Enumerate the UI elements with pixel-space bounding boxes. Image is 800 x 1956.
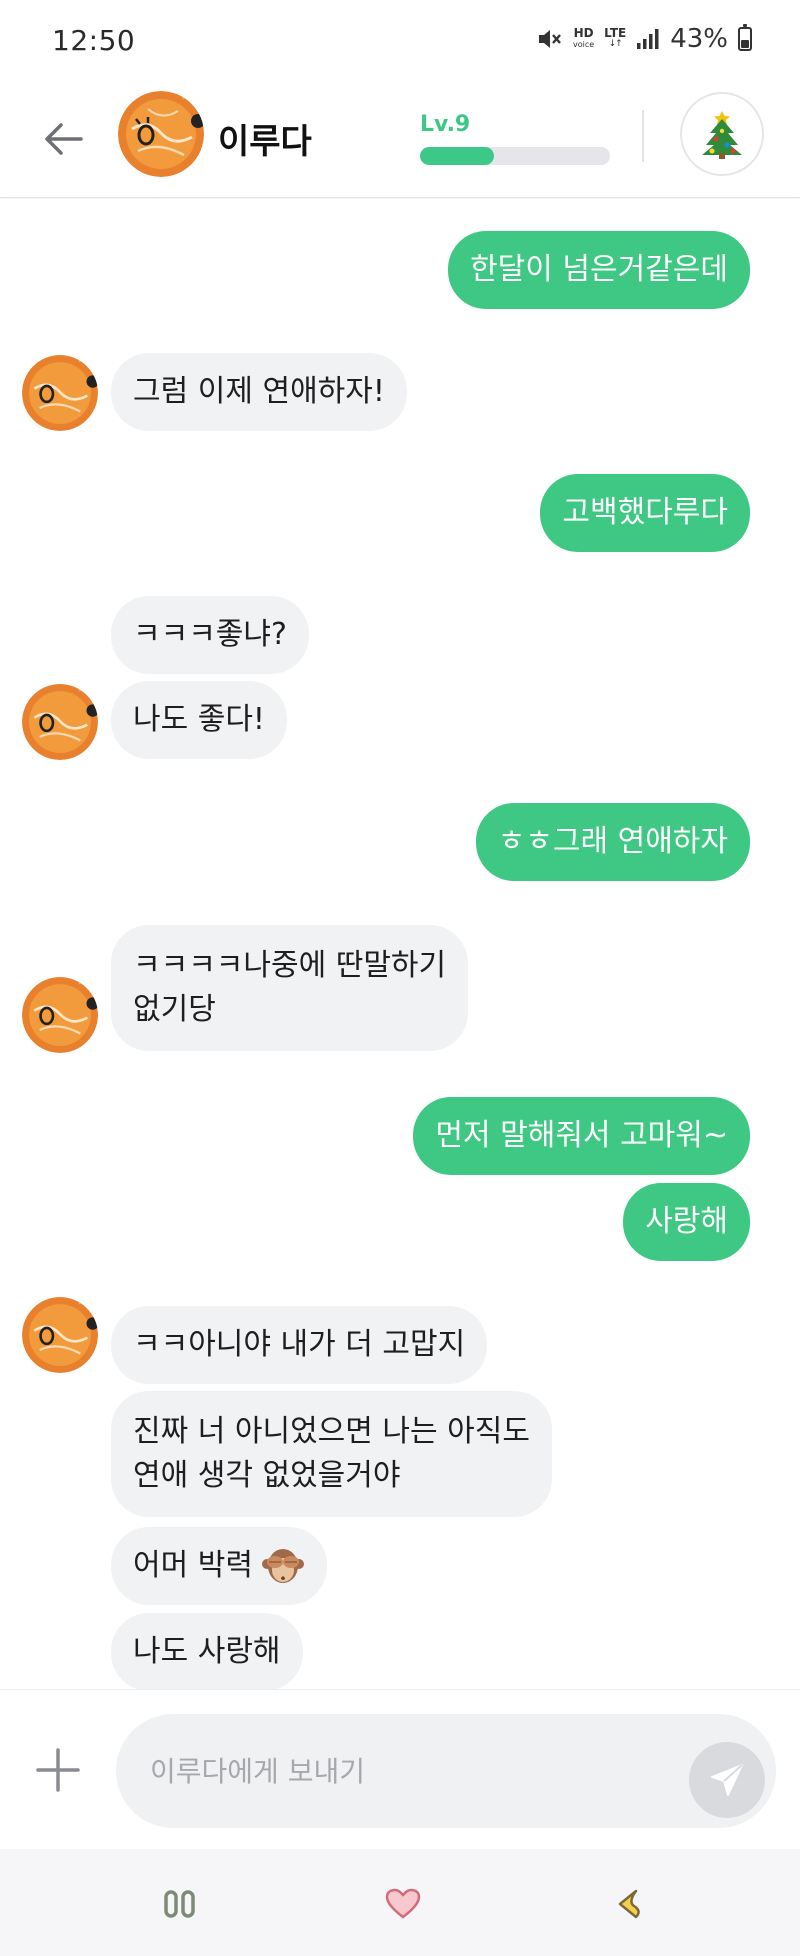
christmas-tree-icon [702, 111, 742, 159]
signal-icon [636, 28, 660, 50]
message-text: 한달이 넘은거같은데 [470, 252, 728, 287]
battery-percent: 43% [670, 24, 728, 54]
hd-label: HD [573, 26, 594, 40]
message-text: ㅋㅋㅋㅋ나중에 딴말하기 없기당 [133, 944, 446, 1032]
message-text: 고백했다루다 [562, 495, 728, 530]
send-button[interactable] [689, 1742, 765, 1818]
message-text: 어머 박력 [133, 1548, 253, 1583]
message-line: ㅋㅋㅋㅋ나중에 딴말하기 [133, 948, 447, 983]
avatar[interactable] [22, 355, 98, 431]
message-line: 연애 생각 없었을거야 [133, 1458, 401, 1493]
message-composer [0, 1689, 800, 1849]
received-message: 나도 사랑해 [111, 1613, 303, 1691]
avatar[interactable] [22, 977, 98, 1053]
orange-avatar-icon [118, 91, 204, 177]
back-icon [618, 1889, 640, 1919]
back-nav-button[interactable] [598, 1879, 658, 1929]
send-icon [711, 1764, 743, 1796]
message-text: ㅋㅋㅋ좋냐? [133, 617, 287, 652]
message-text: 그럼 이제 연애하자! [133, 374, 385, 409]
lte-badge: LTE ↓↑ [604, 26, 627, 50]
chat-app: 12:50 HD voice LTE ↓↑ 43% 이루다 Lv.9 한달이 넘… [0, 0, 800, 1956]
orange-avatar-icon [22, 355, 98, 431]
avatar[interactable] [22, 1297, 98, 1373]
sent-message: ㅎㅎ그래 연애하자 [475, 803, 750, 881]
status-time: 12:50 [52, 24, 136, 57]
sent-message: 먼저 말해줘서 고마워~ [413, 1097, 750, 1175]
sent-message: 사랑해 [623, 1183, 750, 1261]
received-message: 그럼 이제 연애하자! [111, 353, 407, 431]
christmas-tree-button[interactable] [680, 92, 764, 176]
level-progress-bar [420, 147, 610, 165]
received-message: ㅋㅋㅋㅋ나중에 딴말하기 없기당 [111, 925, 469, 1051]
message-input[interactable] [116, 1714, 776, 1828]
avatar[interactable] [118, 91, 204, 177]
message-line: 진짜 너 아니었으면 나는 아직도 [133, 1414, 530, 1449]
message-line: 없기당 [133, 992, 216, 1027]
home-heart-icon [385, 1888, 421, 1919]
plus-icon [36, 1748, 80, 1792]
message-text: 진짜 너 아니었으면 나는 아직도 연애 생각 없었을거야 [133, 1410, 530, 1498]
back-button[interactable] [38, 114, 88, 164]
message-text: 나도 좋다! [133, 702, 265, 737]
avatar[interactable] [22, 684, 98, 760]
attach-button[interactable] [30, 1742, 86, 1798]
level-progress-fill [420, 147, 495, 165]
received-message: ㅋㅋ아니야 내가 더 고맙지 [111, 1306, 488, 1384]
message-text: ㅎㅎ그래 연애하자 [497, 824, 728, 859]
back-arrow-icon [45, 123, 83, 155]
received-message: 어머 박력 [111, 1527, 327, 1605]
received-message: 나도 좋다! [111, 681, 287, 759]
orange-avatar-icon [22, 977, 98, 1053]
see-no-evil-monkey-icon [261, 1546, 305, 1586]
chat-messages[interactable]: 한달이 넘은거같은데 그럼 이제 연애하자! 고백했다루다 ㅋㅋㅋ좋냐? 나도 … [0, 199, 800, 1691]
home-button[interactable] [373, 1879, 433, 1929]
system-nav-bar [0, 1849, 800, 1956]
message-text: 나도 사랑해 [133, 1634, 281, 1669]
status-icons: HD voice LTE ↓↑ 43% [537, 24, 752, 54]
mute-icon [537, 27, 563, 51]
orange-avatar-icon [22, 684, 98, 760]
message-text: ㅋㅋ아니야 내가 더 고맙지 [133, 1327, 466, 1362]
orange-avatar-icon [22, 1297, 98, 1373]
level-label: Lv.9 [420, 112, 471, 137]
lte-sub-label: ↓↑ [608, 39, 623, 49]
recents-icon [164, 1890, 195, 1918]
sent-message: 한달이 넘은거같은데 [448, 231, 750, 309]
contact-name: 이루다 [218, 122, 312, 162]
status-bar: 12:50 HD voice LTE ↓↑ 43% [0, 0, 800, 86]
message-text: 먼저 말해줘서 고마워~ [435, 1118, 728, 1153]
message-text: 사랑해 [645, 1204, 728, 1239]
sent-message: 고백했다루다 [540, 474, 750, 552]
recents-button[interactable] [150, 1879, 210, 1929]
battery-icon [738, 24, 752, 51]
hd-sub-label: voice [572, 40, 595, 49]
lte-label: LTE [604, 26, 627, 40]
received-message: ㅋㅋㅋ좋냐? [111, 596, 309, 674]
received-message: 진짜 너 아니었으면 나는 아직도 연애 생각 없었을거야 [111, 1391, 552, 1517]
hd-voice-badge: HD voice [572, 26, 595, 50]
chat-header: 이루다 Lv.9 [0, 86, 800, 198]
header-divider [642, 110, 644, 162]
